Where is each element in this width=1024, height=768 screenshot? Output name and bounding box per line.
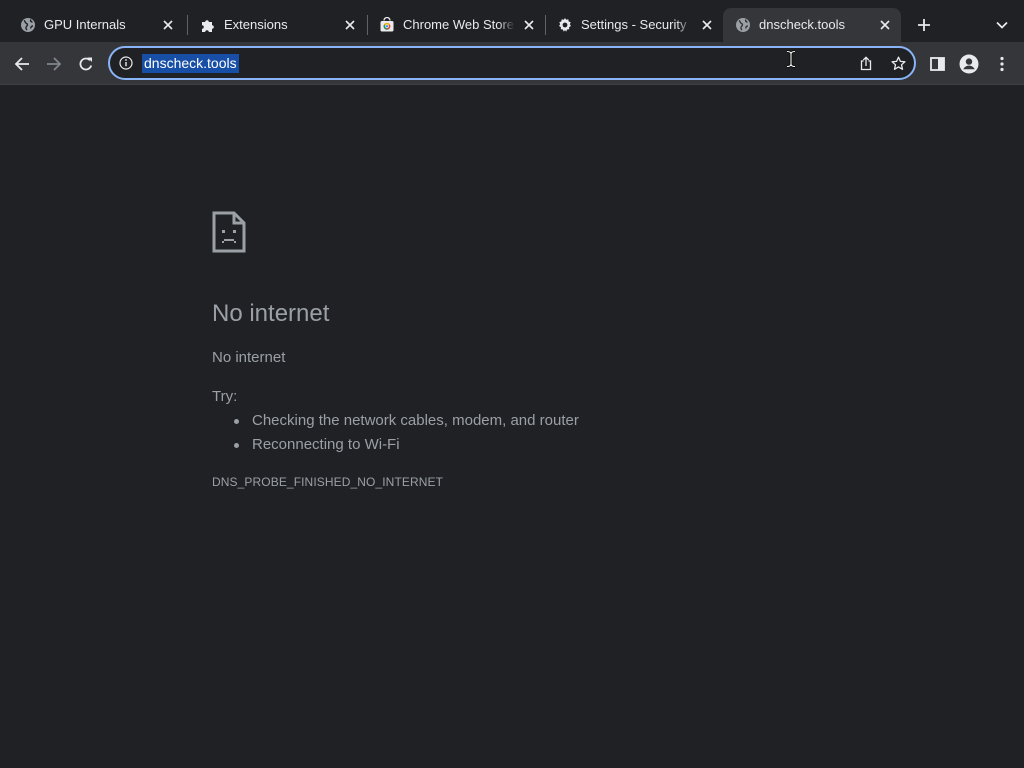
puzzle-icon bbox=[200, 17, 216, 33]
tab-search-button[interactable] bbox=[990, 13, 1014, 37]
error-code: DNS_PROBE_FINISHED_NO_INTERNET bbox=[212, 475, 444, 489]
url-text[interactable]: dnscheck.tools bbox=[142, 54, 239, 73]
toolbar: dnscheck.tools bbox=[0, 42, 1024, 84]
arrow-left-icon bbox=[14, 57, 29, 71]
tab-title: Chrome Web Store bbox=[403, 17, 515, 32]
error-heading: No internet bbox=[212, 300, 330, 327]
tab-title: Extensions bbox=[224, 17, 288, 32]
tab-extensions[interactable]: Extensions bbox=[188, 8, 366, 42]
bookmark-star-icon[interactable] bbox=[891, 56, 906, 76]
suggestion-list: Checking the network cables, modem, and … bbox=[234, 410, 579, 458]
share-icon[interactable] bbox=[859, 56, 873, 76]
chevron-down-icon bbox=[996, 21, 1008, 29]
avatar-icon bbox=[959, 54, 979, 74]
close-icon[interactable] bbox=[160, 17, 176, 33]
arrow-right-icon bbox=[47, 57, 62, 71]
tab-gpu-internals[interactable]: GPU Internals bbox=[8, 8, 184, 42]
tab-title: dnscheck.tools bbox=[759, 17, 845, 32]
tab-chrome-web-store[interactable]: Chrome Web Store bbox=[367, 8, 545, 42]
suggestion-item: Checking the network cables, modem, and … bbox=[234, 410, 579, 434]
text-cursor-icon bbox=[786, 50, 796, 68]
tab-title: GPU Internals bbox=[44, 17, 126, 32]
profile-button[interactable] bbox=[955, 50, 983, 78]
error-subheading: No internet bbox=[212, 349, 286, 366]
menu-button[interactable] bbox=[988, 50, 1016, 78]
gear-icon bbox=[557, 17, 573, 33]
chrome-web-store-icon bbox=[379, 17, 395, 33]
tab-settings-security[interactable]: Settings - Security bbox=[545, 8, 723, 42]
try-label: Try: bbox=[212, 388, 238, 405]
browser-window: GPU Internals Extensions Chrome Web Stor… bbox=[0, 0, 1024, 768]
tab-title: Settings - Security bbox=[581, 17, 687, 32]
tab-strip: GPU Internals Extensions Chrome Web Stor… bbox=[0, 0, 1024, 46]
more-vert-icon bbox=[1000, 56, 1004, 72]
close-icon[interactable] bbox=[877, 17, 893, 33]
page-content: No internet No internet Try: Checking th… bbox=[0, 85, 1024, 768]
side-panel-icon bbox=[929, 57, 945, 71]
globe-icon bbox=[20, 17, 36, 33]
plus-icon bbox=[918, 19, 930, 31]
forward-button[interactable] bbox=[40, 50, 68, 78]
info-icon[interactable] bbox=[119, 56, 133, 70]
reload-button[interactable] bbox=[72, 50, 100, 78]
reload-icon bbox=[79, 57, 93, 71]
side-panel-button[interactable] bbox=[923, 50, 951, 78]
suggestion-item: Reconnecting to Wi-Fi bbox=[234, 434, 579, 458]
close-icon[interactable] bbox=[521, 17, 537, 33]
new-tab-button[interactable] bbox=[912, 13, 936, 37]
sad-page-icon bbox=[212, 211, 246, 253]
close-icon[interactable] bbox=[699, 17, 715, 33]
back-button[interactable] bbox=[8, 50, 36, 78]
tab-dnscheck-tools[interactable]: dnscheck.tools bbox=[723, 8, 901, 42]
globe-icon bbox=[735, 17, 751, 33]
close-icon[interactable] bbox=[342, 17, 358, 33]
